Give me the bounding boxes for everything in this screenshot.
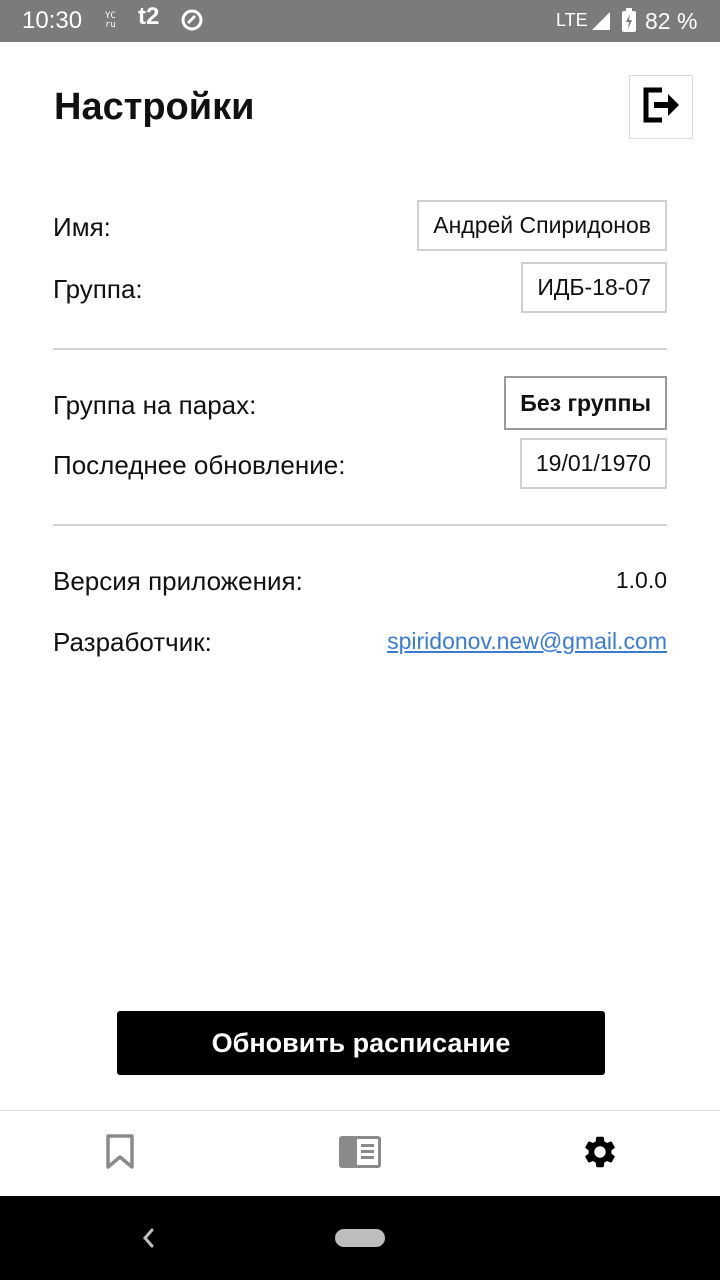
divider	[53, 348, 667, 350]
last-update-field[interactable]: 19/01/1970	[519, 438, 667, 489]
status-time: 10:30	[22, 7, 83, 34]
group-field[interactable]: ИДБ-18-07	[521, 262, 667, 313]
name-field[interactable]: Андрей Спиридонов	[417, 200, 667, 251]
divider	[53, 524, 667, 526]
subgroup-label: Группа на парах:	[53, 390, 257, 420]
name-label: Имя:	[53, 212, 111, 242]
version-label: Версия приложения:	[53, 566, 303, 596]
nav-item-settings[interactable]	[480, 1111, 720, 1197]
network-type: LTE	[556, 10, 588, 30]
nav-item-schedule[interactable]	[240, 1111, 480, 1197]
carrier-icon: t2	[138, 3, 160, 30]
sync-icon	[180, 9, 204, 31]
page-title: Настройки	[54, 86, 255, 128]
signal-icon	[590, 10, 612, 32]
status-bar: 10:30 YC ru t2 LTE 82 %	[0, 0, 720, 42]
back-icon[interactable]	[136, 1218, 160, 1258]
home-pill[interactable]	[335, 1229, 385, 1247]
bottom-nav	[0, 1110, 720, 1197]
subgroup-select[interactable]: Без группы	[504, 376, 667, 430]
developer-email-link[interactable]: spiridonov.new@gmail.com	[387, 628, 667, 655]
nav-item-bookmarks[interactable]	[0, 1111, 240, 1197]
gear-icon	[581, 1133, 619, 1176]
logout-button[interactable]	[629, 75, 693, 139]
last-update-label: Последнее обновление:	[53, 450, 346, 480]
group-label: Группа:	[53, 274, 143, 304]
battery-percent: 82 %	[645, 8, 698, 34]
version-value: 1.0.0	[615, 567, 667, 593]
bookmark-icon	[105, 1133, 135, 1175]
battery-icon	[622, 8, 636, 32]
refresh-schedule-button[interactable]: Обновить расписание	[117, 1011, 605, 1075]
schedule-icon	[339, 1135, 381, 1173]
yc-icon: YC ru	[105, 11, 116, 30]
logout-icon	[640, 84, 682, 131]
developer-label: Разработчик:	[53, 627, 212, 657]
